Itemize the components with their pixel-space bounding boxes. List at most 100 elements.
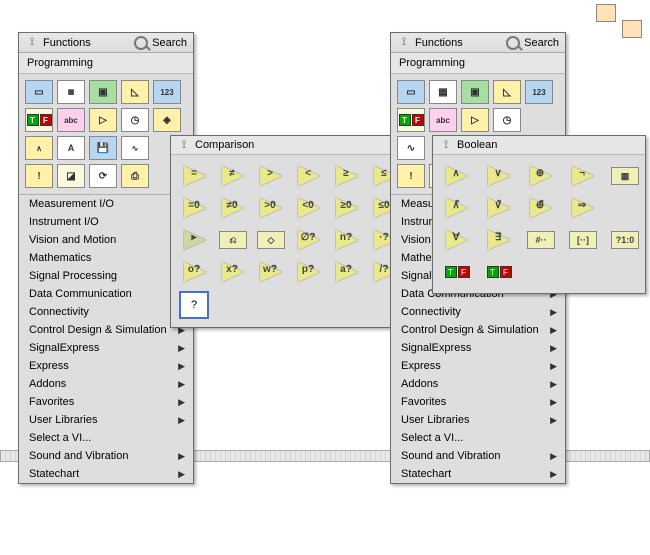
op-gt0[interactable]: >0 — [255, 195, 287, 221]
palette-icon-time[interactable]: ◷ — [121, 108, 149, 132]
op-or[interactable]: ∨ — [483, 163, 515, 189]
op-arrtonum[interactable]: [··] — [567, 227, 599, 253]
op-nor[interactable]: ∨̄ — [483, 195, 515, 221]
op-equal[interactable]: = — [179, 163, 211, 189]
palette-icon-warn[interactable]: ! — [25, 164, 53, 188]
palette-icon-cluster[interactable]: ▣ — [89, 80, 117, 104]
op-and[interactable]: ∧ — [441, 163, 473, 189]
palette-icon-dialog[interactable]: ◈ — [153, 108, 181, 132]
menu-control-design[interactable]: Control Design & Simulation▶ — [19, 321, 193, 339]
op-numtoarr[interactable]: #·· — [525, 227, 557, 253]
pin-icon[interactable]: ⟟ — [177, 140, 191, 150]
menu-express[interactable]: Express▶ — [19, 357, 193, 375]
menu-favorites[interactable]: Favorites▶ — [391, 393, 565, 411]
palette-icon-sync[interactable]: ⟳ — [89, 164, 117, 188]
op-or-array[interactable]: ∃ — [483, 227, 515, 253]
menu-user-libs[interactable]: User Libraries▶ — [391, 411, 565, 429]
palette-icon-string[interactable]: abc — [57, 108, 85, 132]
op-eq0[interactable]: =0 — [179, 195, 211, 221]
menu-favorites[interactable]: Favorites▶ — [19, 393, 193, 411]
menu-connectivity[interactable]: Connectivity▶ — [19, 303, 193, 321]
op-and-array[interactable]: ∀ — [441, 227, 473, 253]
palette-icon-cluster[interactable]: ▣ — [461, 80, 489, 104]
section-label[interactable]: Programming — [19, 53, 193, 74]
menu-sound-vib[interactable]: Sound and Vibration▶ — [19, 447, 193, 465]
menu-vision[interactable]: Vision and Motion▶ — [19, 231, 193, 249]
op-nand[interactable]: ∧̄ — [441, 195, 473, 221]
menu-datacomm[interactable]: Data Communication▶ — [19, 285, 193, 303]
palette-icon-array[interactable]: ▦ — [429, 80, 457, 104]
palette-icon-123[interactable]: 123 — [153, 80, 181, 104]
menu-control-design[interactable]: Control Design & Simulation▶ — [391, 321, 565, 339]
palette-icon-wave[interactable]: ∿ — [121, 136, 149, 160]
menu-signalexpress[interactable]: SignalExpress▶ — [391, 339, 565, 357]
palette-icon-numeric[interactable]: ◺ — [493, 80, 521, 104]
palette-icon-bool[interactable]: TF — [397, 108, 425, 132]
menu-instrument-io[interactable]: Instrument I/O▶ — [19, 213, 193, 231]
palette-icon-array[interactable]: ▦ — [57, 80, 85, 104]
op-empty[interactable]: ∅? — [293, 227, 325, 253]
op-lt0[interactable]: <0 — [293, 195, 325, 221]
pin-icon[interactable]: ⟟ — [439, 140, 453, 150]
op-select[interactable]: ▸ — [179, 227, 211, 253]
menu-addons[interactable]: Addons▶ — [391, 375, 565, 393]
op-hex[interactable]: x? — [217, 259, 249, 285]
palette-icon-time[interactable]: ◷ — [493, 108, 521, 132]
palette-icon-structures[interactable]: ▭ — [25, 80, 53, 104]
menu-measurement-io[interactable]: Measurement I/O▶ — [19, 195, 193, 213]
menu-express[interactable]: Express▶ — [391, 357, 565, 375]
palette-icon-char[interactable]: A — [57, 136, 85, 160]
palette-icon-123[interactable]: 123 — [525, 80, 553, 104]
pin-icon[interactable]: ⟟ — [25, 38, 39, 48]
menu-statechart[interactable]: Statechart▶ — [19, 465, 193, 483]
op-implies[interactable]: ⇒ — [567, 195, 599, 221]
op-print[interactable]: p? — [293, 259, 325, 285]
search-button[interactable]: Search — [506, 36, 559, 50]
op-not[interactable]: ¬ — [567, 163, 599, 189]
palette-icon-app[interactable]: ◪ — [57, 164, 85, 188]
pin-icon[interactable]: ⟟ — [397, 38, 411, 48]
palette-icon-numeric[interactable]: ◺ — [121, 80, 149, 104]
menu-sound-vib[interactable]: Sound and Vibration▶ — [391, 447, 565, 465]
menu-user-libs[interactable]: User Libraries▶ — [19, 411, 193, 429]
op-true[interactable]: TF — [441, 259, 473, 285]
op-express-compare[interactable]: ? — [179, 291, 209, 319]
op-ge[interactable]: ≥ — [331, 163, 363, 189]
palette-icon-and[interactable]: ∧ — [25, 136, 53, 160]
menu-addons[interactable]: Addons▶ — [19, 375, 193, 393]
palette-icon-compare[interactable]: ▷ — [461, 108, 489, 132]
op-ge0[interactable]: ≥0 — [331, 195, 363, 221]
op-ne0[interactable]: ≠0 — [217, 195, 249, 221]
op-maxmin[interactable]: ⎌ — [217, 227, 249, 253]
section-label[interactable]: Programming — [391, 53, 565, 74]
op-booltonum[interactable]: ?1:0 — [609, 227, 641, 253]
op-inrange[interactable]: ◇ — [255, 227, 287, 253]
palette-icon-structures[interactable]: ▭ — [397, 80, 425, 104]
op-nan[interactable]: n? — [331, 227, 363, 253]
search-button[interactable]: Search — [134, 36, 187, 50]
menu-math[interactable]: Mathematics▶ — [19, 249, 193, 267]
palette-icon-print[interactable]: ⎙ — [121, 164, 149, 188]
palette-icon-warn[interactable]: ! — [397, 164, 425, 188]
op-lex[interactable]: a? — [331, 259, 363, 285]
palette-icon-wave[interactable]: ∿ — [397, 136, 425, 160]
op-less[interactable]: < — [293, 163, 325, 189]
menu-statechart[interactable]: Statechart▶ — [391, 465, 565, 483]
palette-icon-string[interactable]: abc — [429, 108, 457, 132]
op-compound[interactable]: ▦ — [609, 163, 641, 189]
op-xor[interactable]: ⊕ — [525, 163, 557, 189]
palette-icon-file[interactable]: 💾 — [89, 136, 117, 160]
menu-select-vi[interactable]: Select a VI... — [391, 429, 565, 447]
menu-connectivity[interactable]: Connectivity▶ — [391, 303, 565, 321]
menu-select-vi[interactable]: Select a VI... — [19, 429, 193, 447]
op-oct[interactable]: o? — [179, 259, 211, 285]
menu-signalexpress[interactable]: SignalExpress▶ — [19, 339, 193, 357]
op-notequal[interactable]: ≠ — [217, 163, 249, 189]
palette-icon-bool[interactable]: TF — [25, 108, 53, 132]
palette-icon-compare[interactable]: ▷ — [89, 108, 117, 132]
op-white[interactable]: w? — [255, 259, 287, 285]
menu-signal[interactable]: Signal Processing▶ — [19, 267, 193, 285]
op-greater[interactable]: > — [255, 163, 287, 189]
op-false[interactable]: TF — [483, 259, 515, 285]
op-xnor[interactable]: ⊕̄ — [525, 195, 557, 221]
